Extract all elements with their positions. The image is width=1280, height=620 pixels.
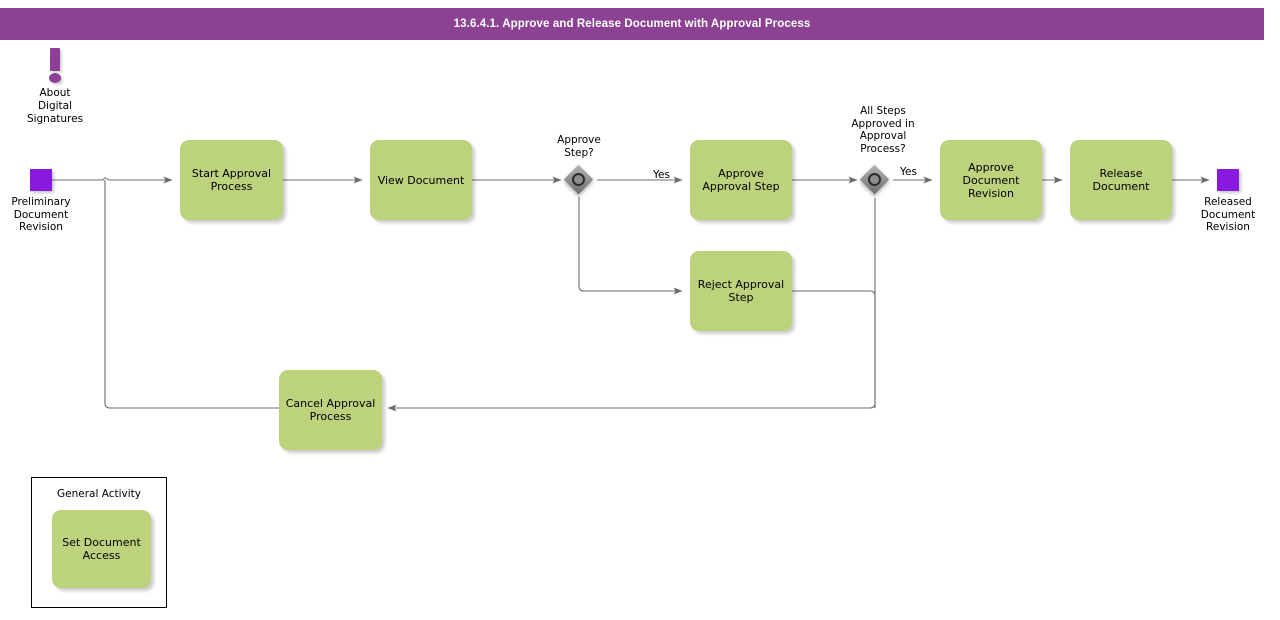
gateway-all-steps-approved-label: All Steps Approved in Approval Process? <box>851 105 915 155</box>
end-event-label: Released Document Revision <box>1200 196 1256 233</box>
legend-title: General Activity <box>57 488 141 500</box>
gateway-approve-step[interactable] <box>563 164 594 195</box>
task-reject-approval-step[interactable]: Reject Approval Step <box>690 251 792 331</box>
start-event-label: Preliminary Document Revision <box>11 196 71 233</box>
task-label: Cancel Approval Process <box>285 397 376 423</box>
gateway-ring-icon <box>572 173 585 186</box>
edge-gateway1-no <box>578 197 683 295</box>
edge-label-yes-gateway1: Yes <box>653 169 670 181</box>
legend-general-activity: General Activity Set Document Access <box>31 477 167 608</box>
gateway-approve-step-label: Approve Step? <box>557 134 601 159</box>
end-event-released-document-revision[interactable] <box>1217 169 1239 191</box>
task-label: Release Document <box>1092 167 1150 193</box>
task-approve-document-revision[interactable]: Approve Document Revision <box>940 140 1042 220</box>
edge-hop <box>102 177 109 181</box>
about-digital-signatures-note: About Digital Signatures <box>14 46 96 126</box>
task-label: Reject Approval Step <box>697 278 785 304</box>
task-start-approval-process[interactable]: Start Approval Process <box>180 140 283 220</box>
task-label: Approve Approval Step <box>702 167 780 193</box>
gateway-ring-icon <box>868 173 881 186</box>
task-view-document[interactable]: View Document <box>370 140 472 220</box>
task-label: View Document <box>377 173 465 187</box>
diagram-canvas: About Digital Signatures Preliminary Doc… <box>0 0 1280 620</box>
task-label: Start Approval Process <box>191 167 272 193</box>
task-release-document[interactable]: Release Document <box>1070 140 1172 220</box>
connector-layer <box>52 0 1210 412</box>
edge-reject-to-cancel <box>387 290 876 412</box>
edge-label-yes-gateway2: Yes <box>900 166 917 178</box>
task-label: Approve Document Revision <box>962 160 1020 200</box>
about-digital-signatures-label: About Digital Signatures <box>26 87 84 125</box>
start-event-preliminary-document-revision[interactable] <box>30 169 52 191</box>
task-cancel-approval-process[interactable]: Cancel Approval Process <box>279 370 382 450</box>
legend-sample-task-set-document-access[interactable]: Set Document Access <box>52 510 151 588</box>
task-label: Set Document Access <box>62 536 141 562</box>
task-approve-approval-step[interactable]: Approve Approval Step <box>690 140 792 220</box>
exclamation-icon <box>14 46 96 86</box>
gateway-all-steps-approved[interactable] <box>859 164 890 195</box>
